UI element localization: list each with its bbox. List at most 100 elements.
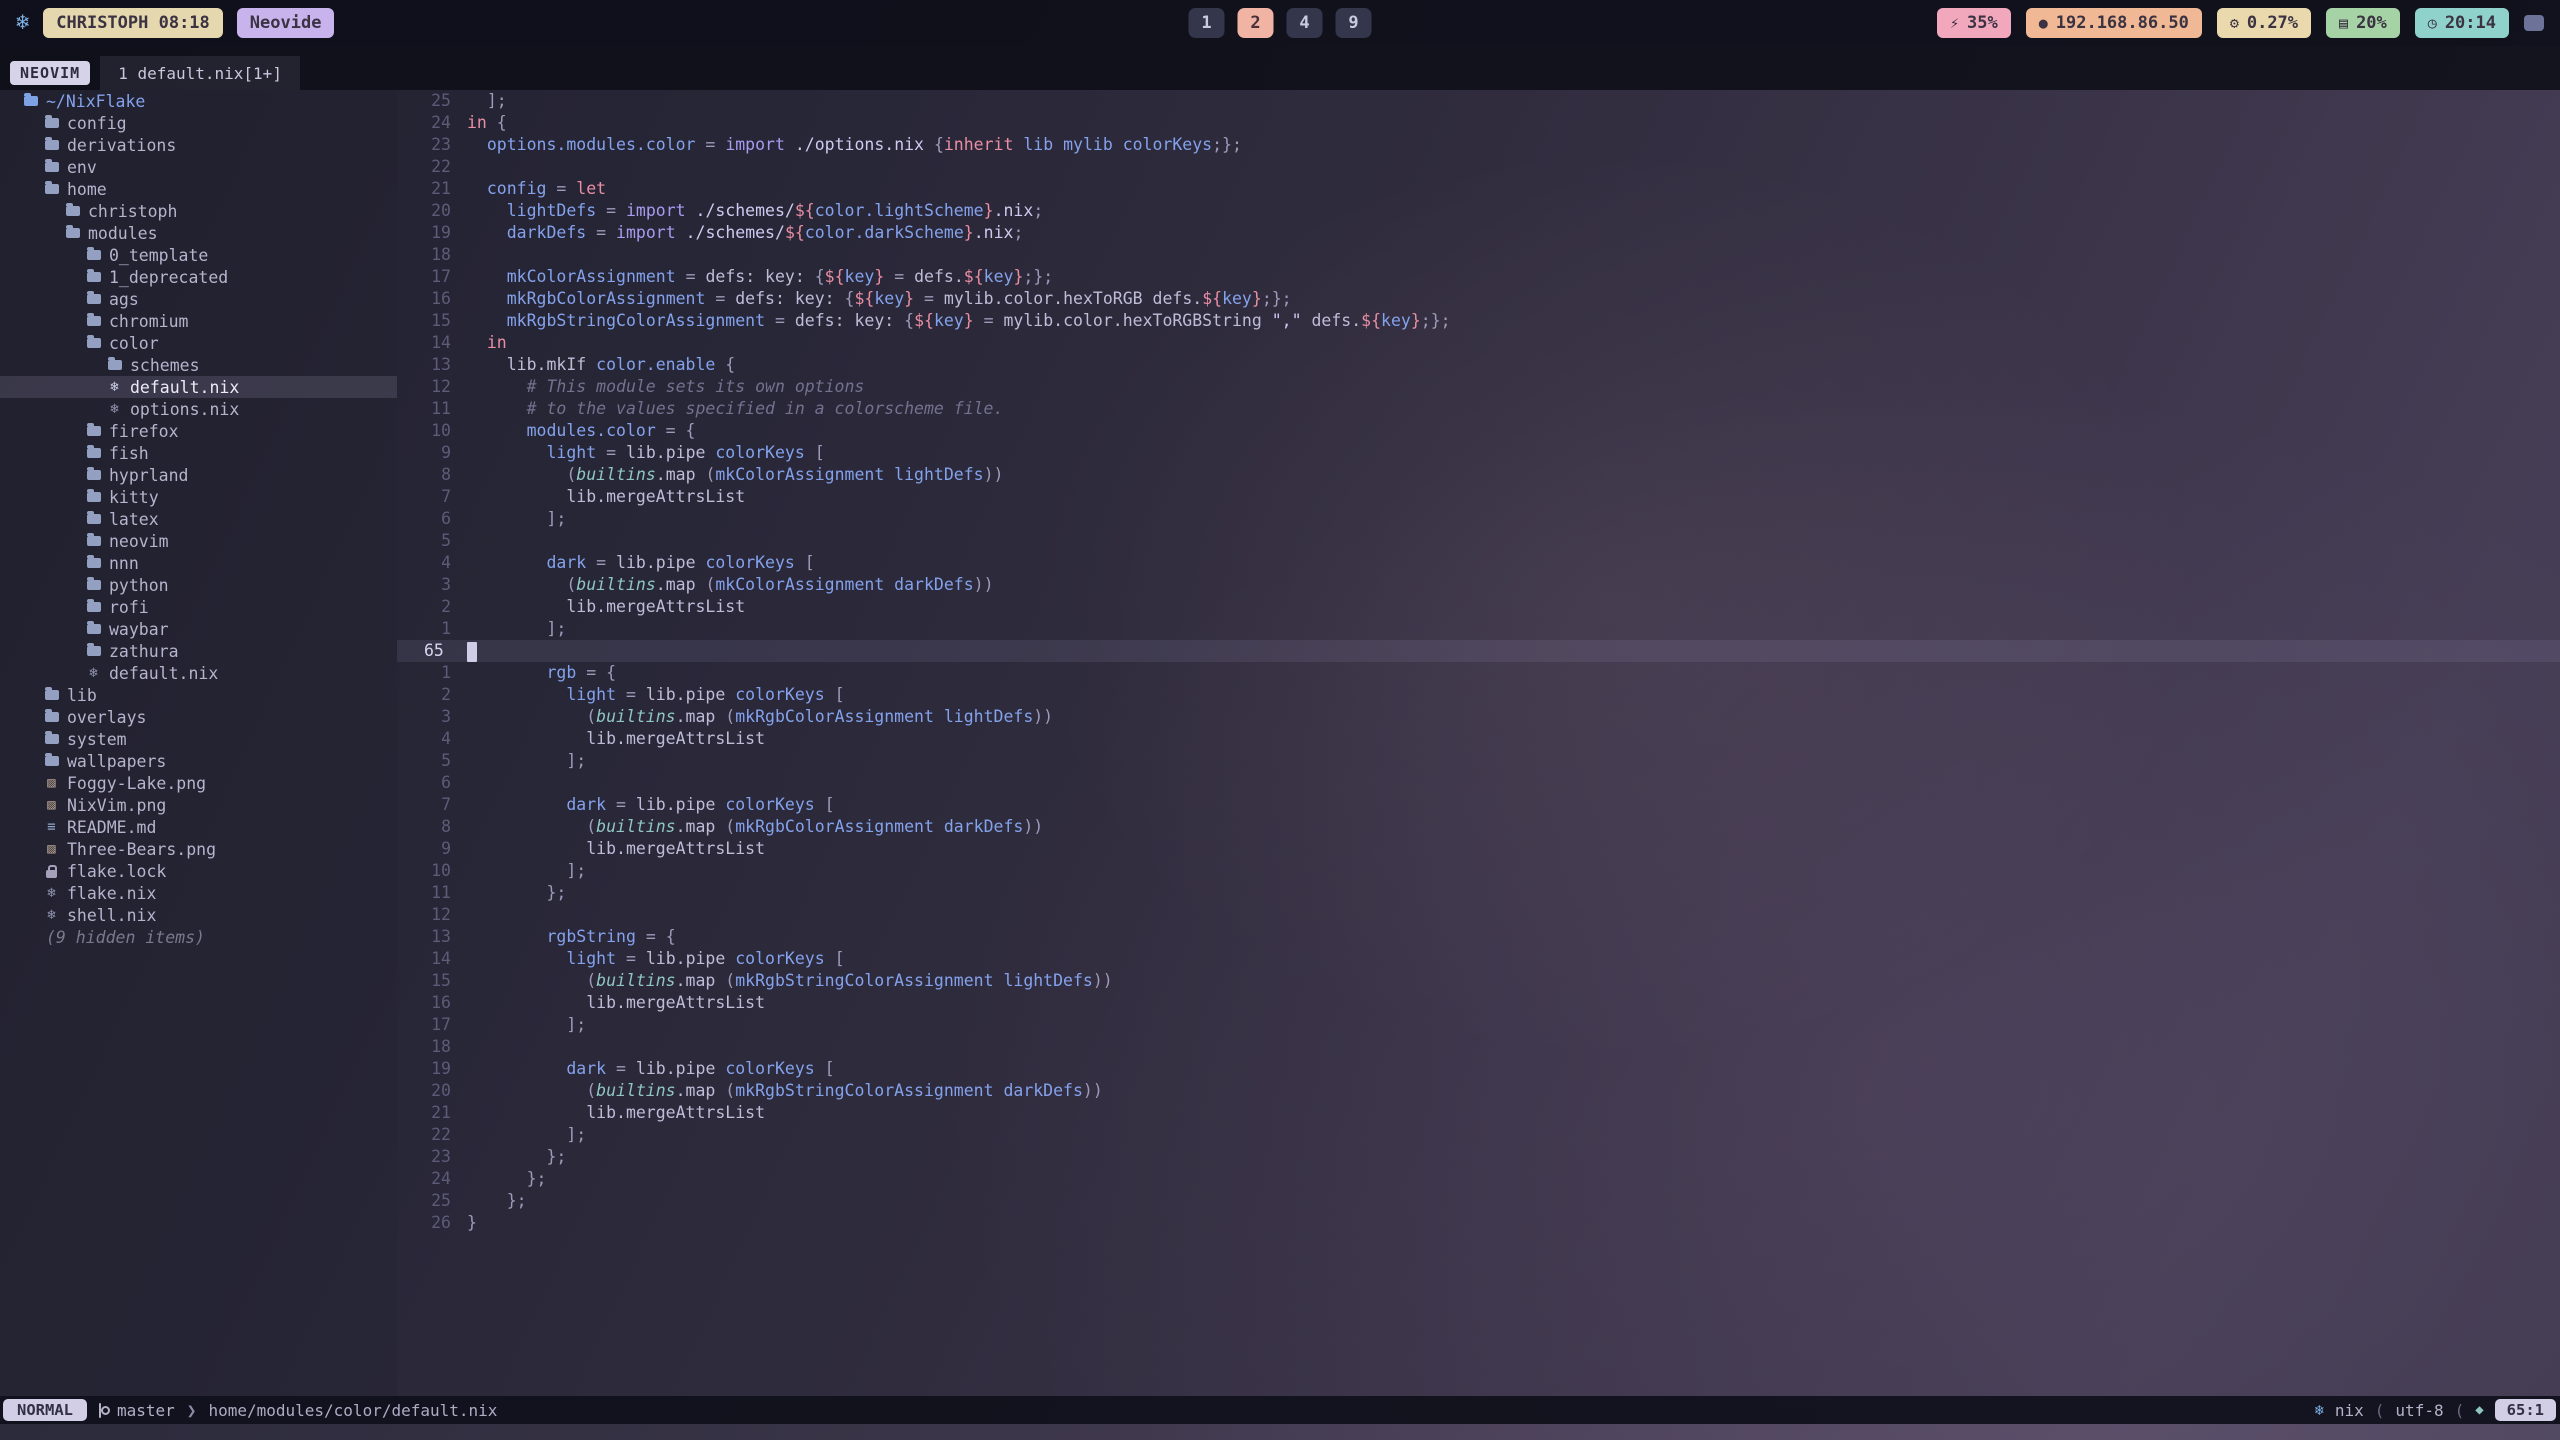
code-line[interactable]: 8 (builtins.map (mkRgbColorAssignment da…	[397, 816, 2560, 838]
workspace-button-2[interactable]: 2	[1238, 8, 1274, 38]
user-badge[interactable]: CHRISTOPH 08:18	[43, 8, 223, 38]
code-line[interactable]: 6 ];	[397, 508, 2560, 530]
code-line[interactable]: 25 ];	[397, 90, 2560, 112]
tree-item[interactable]: schemes	[0, 354, 397, 376]
tree-item[interactable]: nnn	[0, 552, 397, 574]
tree-item[interactable]: ▨NixVim.png	[0, 794, 397, 816]
tree-item[interactable]: system	[0, 728, 397, 750]
tree-item[interactable]: ~/NixFlake	[0, 90, 397, 112]
tree-item[interactable]: firefox	[0, 420, 397, 442]
code-line[interactable]: 19 darkDefs = import ./schemes/${color.d…	[397, 222, 2560, 244]
code-line[interactable]: 23 options.modules.color = import ./opti…	[397, 134, 2560, 156]
tree-item[interactable]: christoph	[0, 200, 397, 222]
memory-badge[interactable]: ▤20%	[2326, 8, 2400, 38]
tree-item[interactable]: kitty	[0, 486, 397, 508]
code-line[interactable]: 18	[397, 1036, 2560, 1058]
code-line[interactable]: 9 light = lib.pipe colorKeys [	[397, 442, 2560, 464]
code-line[interactable]: 1 rgb = {	[397, 662, 2560, 684]
tree-item[interactable]: fish	[0, 442, 397, 464]
tree-item[interactable]: rofi	[0, 596, 397, 618]
tree-item[interactable]: env	[0, 156, 397, 178]
editor[interactable]: 25 ];24in {23 options.modules.color = im…	[397, 90, 2560, 1396]
tab-default-nix[interactable]: 1 default.nix[1+]	[100, 56, 300, 90]
workspace-button-1[interactable]: 1	[1189, 8, 1225, 38]
code-line[interactable]: 15 (builtins.map (mkRgbStringColorAssign…	[397, 970, 2560, 992]
tree-item[interactable]: lib	[0, 684, 397, 706]
code-line[interactable]: 6	[397, 772, 2560, 794]
code-line[interactable]: 20 (builtins.map (mkRgbStringColorAssign…	[397, 1080, 2560, 1102]
tree-item[interactable]: ❄options.nix	[0, 398, 397, 420]
battery-badge[interactable]: ⚡35%	[1937, 8, 2011, 38]
code-line[interactable]: 11 # to the values specified in a colors…	[397, 398, 2560, 420]
code-line[interactable]: 10 modules.color = {	[397, 420, 2560, 442]
tree-item[interactable]: modules	[0, 222, 397, 244]
code-line[interactable]: 14 light = lib.pipe colorKeys [	[397, 948, 2560, 970]
code-line[interactable]: 16 mkRgbColorAssignment = defs: key: {${…	[397, 288, 2560, 310]
code-line[interactable]: 25 };	[397, 1190, 2560, 1212]
code-line[interactable]: 2 lib.mergeAttrsList	[397, 596, 2560, 618]
code-line[interactable]: 22	[397, 156, 2560, 178]
tree-item[interactable]: ▨Foggy-Lake.png	[0, 772, 397, 794]
code-line[interactable]: 19 dark = lib.pipe colorKeys [	[397, 1058, 2560, 1080]
code-line[interactable]: 20 lightDefs = import ./schemes/${color.…	[397, 200, 2560, 222]
code-line[interactable]: 22 ];	[397, 1124, 2560, 1146]
tree-item[interactable]: hyprland	[0, 464, 397, 486]
code-line[interactable]: 16 lib.mergeAttrsList	[397, 992, 2560, 1014]
tree-item[interactable]: zathura	[0, 640, 397, 662]
code-line[interactable]: 7 dark = lib.pipe colorKeys [	[397, 794, 2560, 816]
code-line[interactable]: 17 ];	[397, 1014, 2560, 1036]
tree-item[interactable]: ags	[0, 288, 397, 310]
code-line[interactable]: 4 dark = lib.pipe colorKeys [	[397, 552, 2560, 574]
tree-item[interactable]: color	[0, 332, 397, 354]
tree-item[interactable]: wallpapers	[0, 750, 397, 772]
code-line[interactable]: 15 mkRgbStringColorAssignment = defs: ke…	[397, 310, 2560, 332]
tree-item[interactable]: neovim	[0, 530, 397, 552]
tree-item[interactable]: overlays	[0, 706, 397, 728]
tree-item[interactable]: 1_deprecated	[0, 266, 397, 288]
code-line[interactable]: 2 light = lib.pipe colorKeys [	[397, 684, 2560, 706]
workspace-button-4[interactable]: 4	[1287, 8, 1323, 38]
code-line[interactable]: 8 (builtins.map (mkColorAssignment light…	[397, 464, 2560, 486]
network-badge[interactable]: ●192.168.86.50	[2026, 8, 2202, 38]
tree-item[interactable]: ❄default.nix	[0, 376, 397, 398]
tree-item[interactable]: ▨Three-Bears.png	[0, 838, 397, 860]
tree-item[interactable]: 0_template	[0, 244, 397, 266]
tree-item[interactable]: ❄shell.nix	[0, 904, 397, 926]
code-line[interactable]: 14 in	[397, 332, 2560, 354]
tree-item[interactable]: ❄flake.nix	[0, 882, 397, 904]
tree-item[interactable]: python	[0, 574, 397, 596]
clock-badge[interactable]: ◷20:14	[2415, 8, 2509, 38]
tree-item[interactable]: chromium	[0, 310, 397, 332]
tree-item[interactable]: config	[0, 112, 397, 134]
code-line[interactable]: 11 };	[397, 882, 2560, 904]
code-line[interactable]: 26}	[397, 1212, 2560, 1234]
tree-item[interactable]: latex	[0, 508, 397, 530]
code-line[interactable]: 18	[397, 244, 2560, 266]
code-line[interactable]: 65	[397, 640, 2560, 662]
code-line[interactable]: 10 ];	[397, 860, 2560, 882]
code-line[interactable]: 5 ];	[397, 750, 2560, 772]
workspace-button-9[interactable]: 9	[1336, 8, 1372, 38]
code-line[interactable]: 24in {	[397, 112, 2560, 134]
code-line[interactable]: 13 rgbString = {	[397, 926, 2560, 948]
cpu-badge[interactable]: ⚙0.27%	[2217, 8, 2311, 38]
code-line[interactable]: 5	[397, 530, 2560, 552]
code-line[interactable]: 17 mkColorAssignment = defs: key: {${key…	[397, 266, 2560, 288]
code-line[interactable]: 1 ];	[397, 618, 2560, 640]
code-line[interactable]: 13 lib.mkIf color.enable {	[397, 354, 2560, 376]
code-line[interactable]: 21 config = let	[397, 178, 2560, 200]
code-line[interactable]: 24 };	[397, 1168, 2560, 1190]
tray-icon[interactable]	[2524, 15, 2544, 31]
tree-item[interactable]: ≡README.md	[0, 816, 397, 838]
tree-item[interactable]: waybar	[0, 618, 397, 640]
code-line[interactable]: 7 lib.mergeAttrsList	[397, 486, 2560, 508]
code-line[interactable]: 3 (builtins.map (mkRgbColorAssignment li…	[397, 706, 2560, 728]
app-badge[interactable]: Neovide	[237, 8, 335, 38]
tree-item[interactable]: home	[0, 178, 397, 200]
code-line[interactable]: 4 lib.mergeAttrsList	[397, 728, 2560, 750]
code-line[interactable]: 12 # This module sets its own options	[397, 376, 2560, 398]
code-line[interactable]: 21 lib.mergeAttrsList	[397, 1102, 2560, 1124]
code-line[interactable]: 3 (builtins.map (mkColorAssignment darkD…	[397, 574, 2560, 596]
tree-item[interactable]: flake.lock	[0, 860, 397, 882]
code-line[interactable]: 23 };	[397, 1146, 2560, 1168]
